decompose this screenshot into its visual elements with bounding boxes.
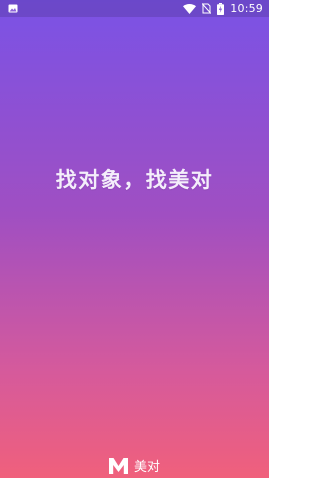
splash-slogan: 找对象，找美对	[55, 168, 214, 192]
status-bar: 10:59	[0, 0, 269, 17]
brand-logo-icon	[108, 457, 128, 474]
no-sim-icon	[202, 3, 212, 14]
battery-charging-icon	[217, 2, 225, 15]
status-time: 10:59	[230, 2, 263, 15]
splash-screen: 10:59 找对象，找美对 美对	[0, 0, 269, 478]
brand-name: 美对	[133, 460, 160, 475]
gallery-notification-icon	[8, 4, 18, 13]
brand-footer: 美对	[0, 456, 269, 475]
wifi-icon	[183, 3, 197, 14]
